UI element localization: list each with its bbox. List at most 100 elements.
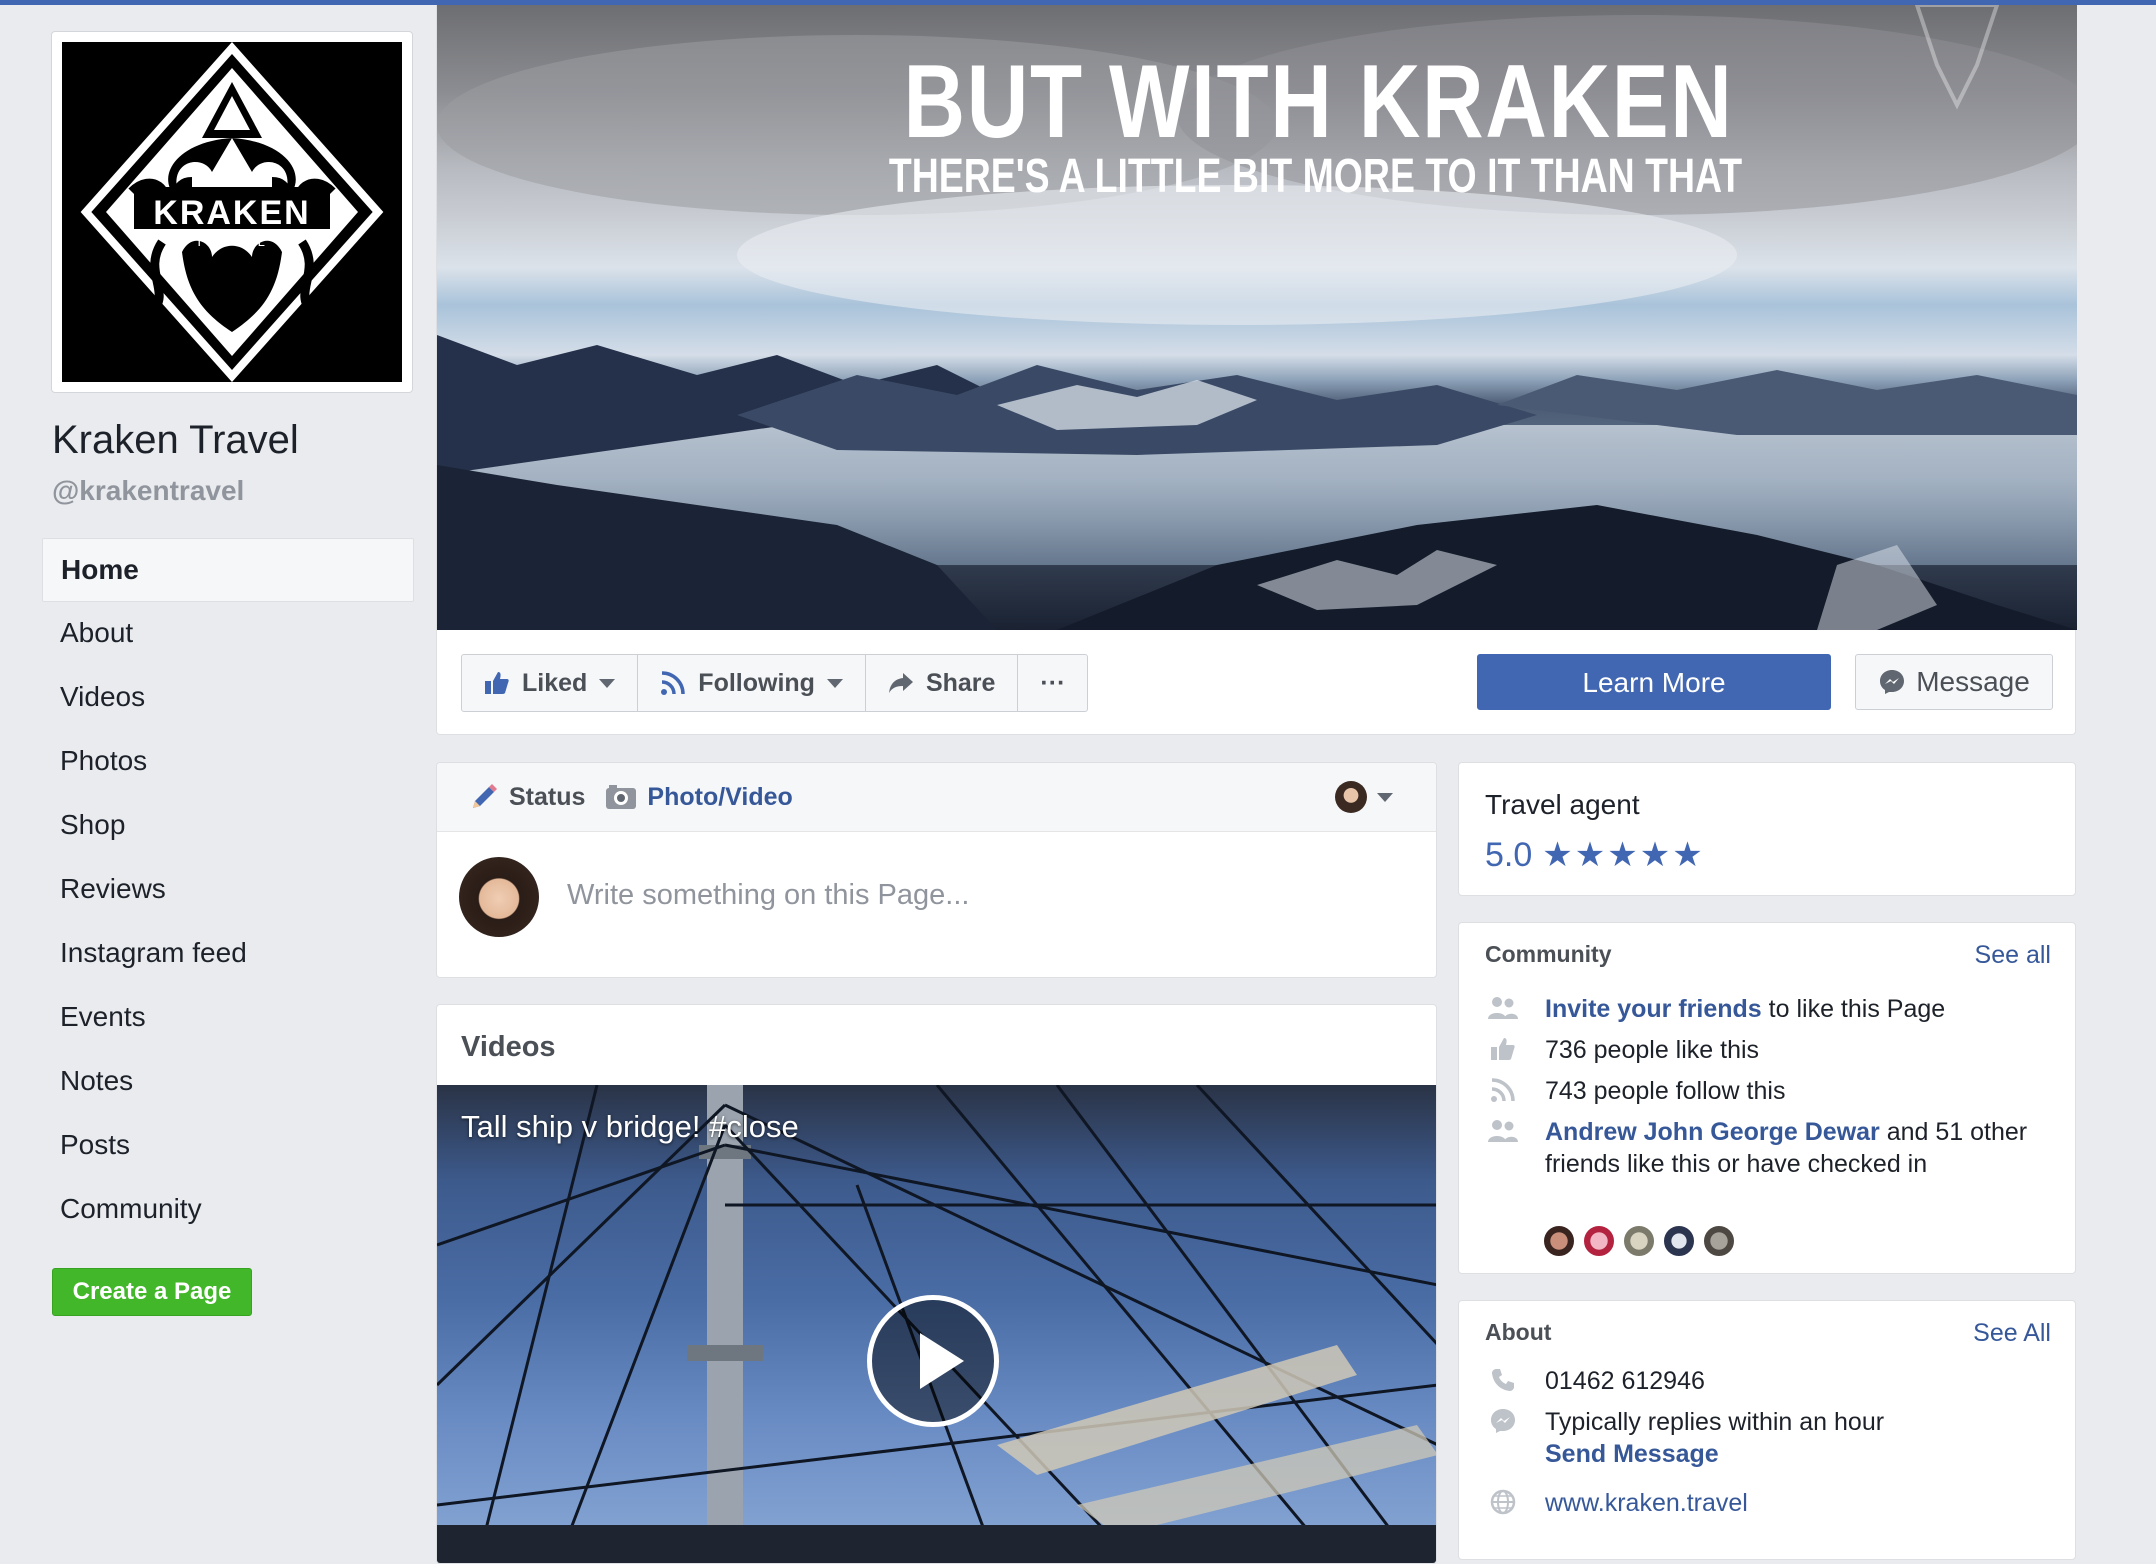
chevron-down-icon bbox=[599, 678, 616, 688]
nav-item-instagram-feed[interactable]: Instagram feed bbox=[42, 922, 414, 986]
website-row: www.kraken.travel bbox=[1485, 1487, 1748, 1519]
avatar[interactable] bbox=[1543, 1225, 1575, 1257]
community-card: Community See all Invite your friends to… bbox=[1458, 922, 2076, 1274]
cover-card: BUT WITH KRAKEN THERE'S A LITTLE BIT MOR… bbox=[436, 5, 2077, 735]
page-title[interactable]: Kraken Travel bbox=[52, 418, 299, 463]
nav-item-reviews[interactable]: Reviews bbox=[42, 858, 414, 922]
logo-sub-text: TRAVEL bbox=[195, 234, 269, 249]
follows-row: 743 people follow this bbox=[1485, 1075, 1785, 1107]
category-rating-card: Travel agent 5.0 ★★★★★ bbox=[1458, 762, 2076, 896]
likes-count-text[interactable]: 736 people like this bbox=[1545, 1034, 1759, 1066]
status-tab[interactable]: Status bbox=[469, 782, 585, 812]
cover-photo[interactable]: BUT WITH KRAKEN THERE'S A LITTLE BIT MOR… bbox=[437, 5, 2077, 630]
photo-video-tab-label: Photo/Video bbox=[647, 782, 793, 811]
phone-row: 01462 612946 bbox=[1485, 1365, 1705, 1397]
invite-rest-text: to like this Page bbox=[1761, 995, 1946, 1023]
rating-value: 5.0 bbox=[1485, 835, 1533, 874]
response-time-text: Typically replies within an hour bbox=[1545, 1408, 1885, 1436]
phone-icon bbox=[1485, 1365, 1521, 1395]
people-icon bbox=[1485, 1116, 1521, 1146]
nav-item-community[interactable]: Community bbox=[42, 1178, 414, 1242]
videos-section-title[interactable]: Videos bbox=[461, 1031, 556, 1064]
messenger-icon bbox=[1485, 1406, 1521, 1436]
message-button[interactable]: Message bbox=[1855, 654, 2053, 710]
messenger-icon bbox=[1880, 670, 1905, 694]
chevron-down-icon bbox=[826, 678, 843, 688]
camera-icon bbox=[606, 785, 637, 809]
following-button[interactable]: Following bbox=[638, 655, 866, 711]
friend-avatars bbox=[1543, 1225, 1743, 1257]
thumbs-up-icon bbox=[1485, 1034, 1521, 1064]
left-column: KRAKEN TRAVEL Kraken Travel @krakentrave… bbox=[0, 0, 436, 1544]
friend-name-link[interactable]: Andrew John George Dewar bbox=[1545, 1118, 1880, 1146]
chevron-down-icon[interactable] bbox=[1377, 793, 1393, 802]
cover-title-text: BUT WITH KRAKEN bbox=[903, 44, 1734, 160]
category-label[interactable]: Travel agent bbox=[1485, 789, 1640, 821]
about-title: About bbox=[1485, 1319, 1552, 1345]
post-composer: Status Photo/Video Write something on th… bbox=[436, 762, 1437, 978]
follows-count-text[interactable]: 743 people follow this bbox=[1545, 1075, 1785, 1107]
avatar[interactable] bbox=[1703, 1225, 1735, 1257]
composer-tabs: Status Photo/Video bbox=[437, 763, 1436, 832]
posting-as-avatar[interactable] bbox=[1335, 781, 1367, 813]
status-tab-label: Status bbox=[509, 782, 586, 811]
community-title: Community bbox=[1485, 941, 1612, 967]
invite-friends-link[interactable]: Invite your friends bbox=[1545, 995, 1762, 1023]
video-player[interactable]: Tall ship v bridge! #close bbox=[437, 1085, 1436, 1563]
rss-follow-icon bbox=[661, 671, 686, 695]
following-label: Following bbox=[698, 668, 815, 697]
user-avatar bbox=[459, 857, 539, 937]
response-row: Typically replies within an hour Send Me… bbox=[1485, 1406, 1884, 1470]
pencil-icon bbox=[473, 784, 497, 808]
globe-icon bbox=[1485, 1487, 1521, 1517]
about-card: About See All 01462 612946 Typically rep… bbox=[1458, 1300, 2076, 1560]
profile-picture-frame[interactable]: KRAKEN TRAVEL bbox=[51, 31, 413, 393]
about-see-all-link[interactable]: See All bbox=[1973, 1319, 2051, 1348]
nav-item-home[interactable]: Home bbox=[42, 538, 414, 602]
share-button[interactable]: Share bbox=[866, 655, 1019, 711]
avatar[interactable] bbox=[1663, 1225, 1695, 1257]
create-page-button[interactable]: Create a Page bbox=[52, 1268, 252, 1316]
community-see-all-link[interactable]: See all bbox=[1975, 941, 2051, 970]
page-nav: Home About Videos Photos Shop Reviews In… bbox=[42, 538, 414, 1242]
play-icon[interactable] bbox=[867, 1295, 999, 1427]
send-message-link[interactable]: Send Message bbox=[1545, 1440, 1719, 1468]
nav-item-about[interactable]: About bbox=[42, 602, 414, 666]
likes-row: 736 people like this bbox=[1485, 1034, 1759, 1066]
nav-item-notes[interactable]: Notes bbox=[42, 1050, 414, 1114]
thumbs-up-icon bbox=[485, 672, 509, 694]
invite-row: Invite your friends to like this Page bbox=[1485, 993, 1945, 1025]
rating-stars-icon: ★★★★★ bbox=[1542, 836, 1705, 874]
videos-section: Videos Tall ship v bridge! #close bbox=[436, 1004, 1437, 1564]
more-options-button[interactable]: ··· bbox=[1018, 655, 1087, 711]
more-options-label: ··· bbox=[1040, 668, 1066, 697]
people-icon bbox=[1485, 993, 1521, 1023]
message-label: Message bbox=[1916, 666, 2030, 697]
share-arrow-icon bbox=[888, 673, 913, 693]
liked-button[interactable]: Liked bbox=[462, 655, 639, 711]
video-caption: Tall ship v bridge! #close bbox=[461, 1109, 799, 1144]
page-action-bar: Liked Following Share ··· bbox=[461, 654, 1089, 712]
friend-rest-text-1: and 51 other bbox=[1879, 1118, 2028, 1146]
phone-number[interactable]: 01462 612946 bbox=[1545, 1365, 1705, 1397]
share-label: Share bbox=[925, 668, 996, 697]
friend-rest-text-2: friends like this or have checked in bbox=[1545, 1150, 1928, 1178]
nav-item-shop[interactable]: Shop bbox=[42, 794, 414, 858]
avatar[interactable] bbox=[1583, 1225, 1615, 1257]
avatar[interactable] bbox=[1623, 1225, 1655, 1257]
page-handle[interactable]: @krakentravel bbox=[52, 475, 244, 507]
liked-label: Liked bbox=[522, 668, 588, 697]
nav-item-videos[interactable]: Videos bbox=[42, 666, 414, 730]
nav-item-events[interactable]: Events bbox=[42, 986, 414, 1050]
friends-row: Andrew John George Dewar and 51 other fr… bbox=[1485, 1116, 2027, 1180]
rating-summary[interactable]: 5.0 ★★★★★ bbox=[1485, 835, 1705, 875]
nav-item-posts[interactable]: Posts bbox=[42, 1114, 414, 1178]
website-link[interactable]: www.kraken.travel bbox=[1545, 1487, 1748, 1519]
photo-video-tab[interactable]: Photo/Video bbox=[605, 782, 793, 812]
rss-follow-icon bbox=[1485, 1075, 1521, 1105]
nav-item-photos[interactable]: Photos bbox=[42, 730, 414, 794]
cover-subtitle-text: THERE'S A LITTLE BIT MORE TO IT THAN THA… bbox=[888, 150, 1743, 203]
profile-picture[interactable]: KRAKEN TRAVEL bbox=[62, 42, 402, 382]
learn-more-button[interactable]: Learn More bbox=[1477, 654, 1831, 710]
write-post-input[interactable]: Write something on this Page... bbox=[567, 879, 969, 912]
